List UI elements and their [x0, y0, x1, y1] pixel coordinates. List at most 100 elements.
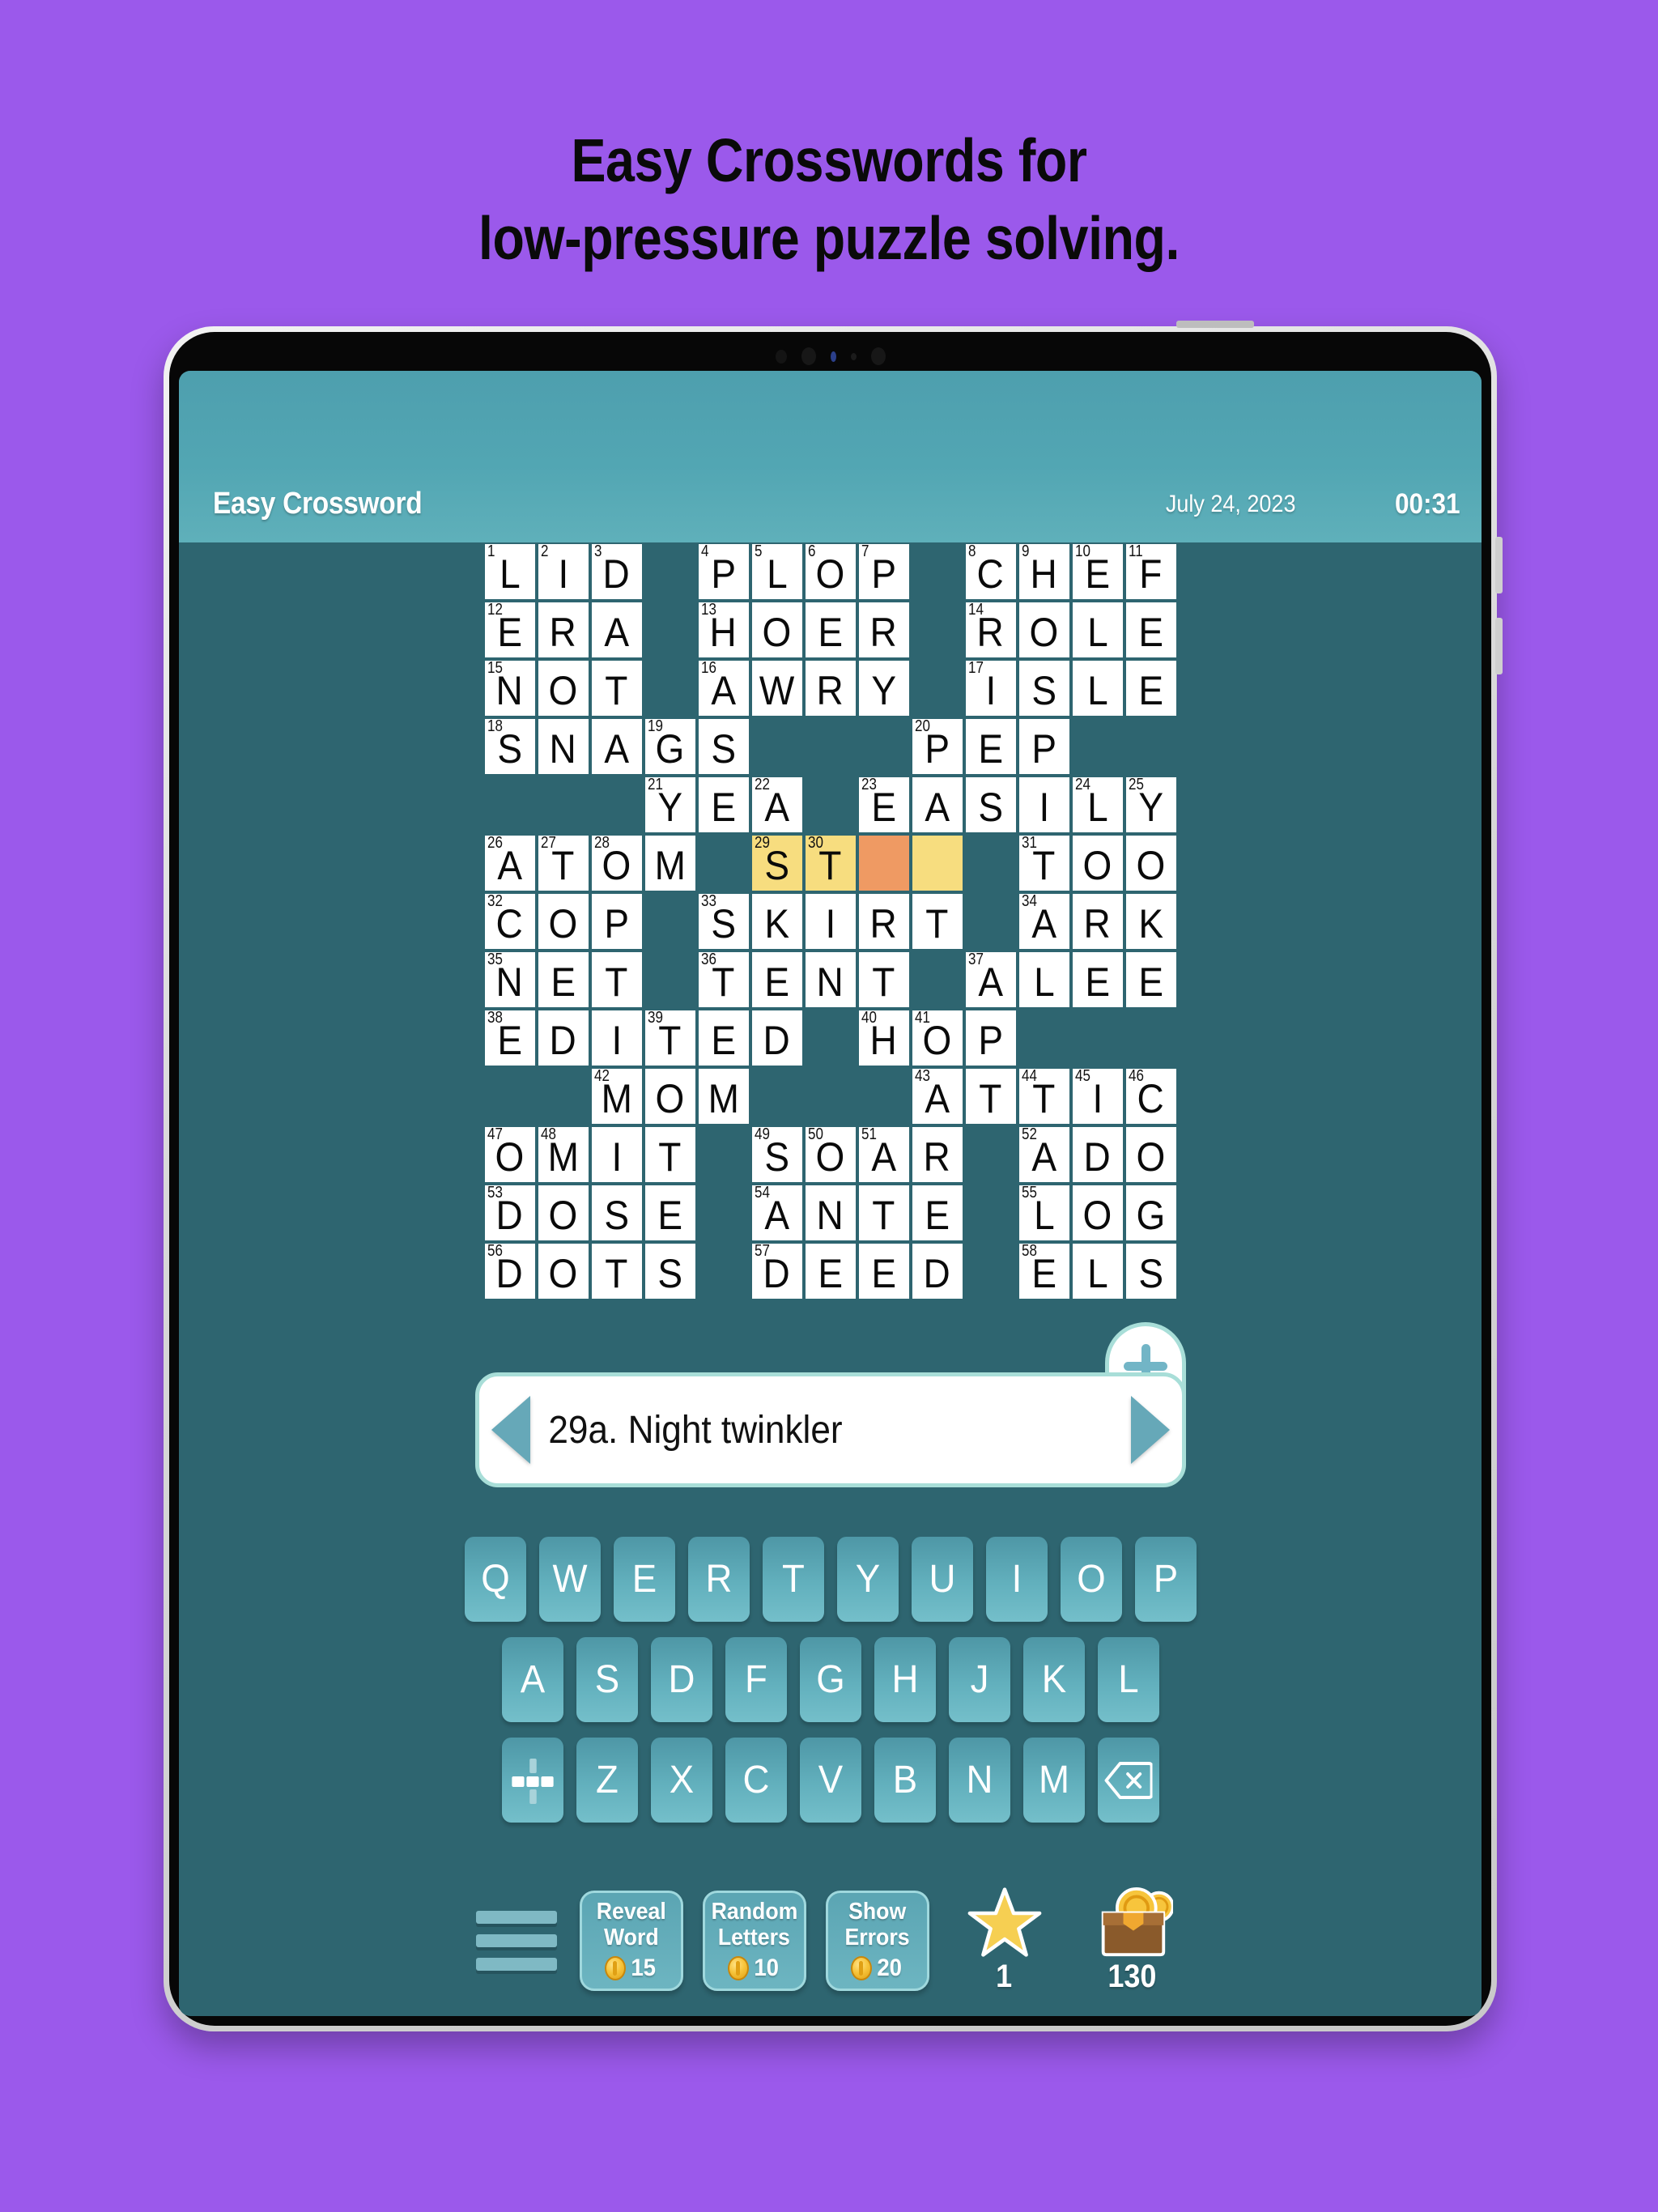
- grid-cell[interactable]: S: [963, 776, 1018, 834]
- grid-cell[interactable]: 7P: [857, 542, 911, 601]
- previous-clue-button[interactable]: [479, 1389, 542, 1470]
- grid-cell[interactable]: 17 I: [963, 659, 1018, 717]
- key-i[interactable]: I: [985, 1537, 1048, 1622]
- grid-cell[interactable]: O: [536, 892, 590, 951]
- grid-cell[interactable]: D: [1070, 1125, 1124, 1184]
- grid-cell[interactable]: A: [589, 601, 644, 659]
- grid-cell[interactable]: L: [1070, 1242, 1124, 1300]
- grid-cell[interactable]: D: [750, 1009, 804, 1067]
- grid-cell[interactable]: 39 T: [643, 1009, 697, 1067]
- grid-cell[interactable]: 9H: [1017, 542, 1071, 601]
- key-w[interactable]: W: [538, 1537, 601, 1622]
- key-p[interactable]: P: [1134, 1537, 1197, 1622]
- key-s[interactable]: S: [576, 1637, 638, 1722]
- grid-cell[interactable]: S: [643, 1242, 697, 1300]
- grid-cell[interactable]: 55 L: [1017, 1184, 1071, 1242]
- key-l[interactable]: L: [1097, 1637, 1159, 1722]
- grid-cell[interactable]: O: [1124, 1125, 1178, 1184]
- grid-cell[interactable]: 34 A: [1017, 892, 1071, 951]
- grid-cell[interactable]: O: [536, 659, 590, 717]
- grid-cell[interactable]: 30 T: [803, 834, 857, 892]
- grid-cell[interactable]: T: [910, 892, 964, 951]
- grid-cell[interactable]: [857, 834, 911, 892]
- grid-cell[interactable]: T: [589, 659, 644, 717]
- grid-cell[interactable]: D: [536, 1009, 590, 1067]
- grid-cell[interactable]: 4P: [696, 542, 750, 601]
- grid-cell[interactable]: T: [963, 1067, 1018, 1125]
- backspace-key[interactable]: [1097, 1738, 1159, 1823]
- grid-cell[interactable]: 13 H: [696, 601, 750, 659]
- grid-cell[interactable]: 48 M: [536, 1125, 590, 1184]
- grid-cell[interactable]: L: [1070, 601, 1124, 659]
- grid-cell[interactable]: D: [910, 1242, 964, 1300]
- grid-cell[interactable]: N: [536, 717, 590, 776]
- grid-cell[interactable]: 50 O: [803, 1125, 857, 1184]
- grid-cell[interactable]: 37 A: [963, 951, 1018, 1009]
- grid-cell[interactable]: E: [857, 1242, 911, 1300]
- grid-cell[interactable]: E: [696, 776, 750, 834]
- grid-cell[interactable]: 26 A: [483, 834, 537, 892]
- grid-cell[interactable]: 31 T: [1017, 834, 1071, 892]
- grid-cell[interactable]: P: [963, 1009, 1018, 1067]
- grid-cell[interactable]: I: [589, 1125, 644, 1184]
- grid-cell[interactable]: O: [750, 601, 804, 659]
- grid-cell[interactable]: 11 F: [1124, 542, 1178, 601]
- grid-cell[interactable]: I: [803, 892, 857, 951]
- grid-cell[interactable]: R: [803, 659, 857, 717]
- grid-cell[interactable]: 42 M: [589, 1067, 644, 1125]
- grid-cell[interactable]: M: [643, 834, 697, 892]
- grid-cell[interactable]: 20 P: [910, 717, 964, 776]
- power-button[interactable]: [1176, 321, 1254, 328]
- grid-cell[interactable]: 3D: [589, 542, 644, 601]
- grid-cell[interactable]: O: [1070, 1184, 1124, 1242]
- grid-cell[interactable]: E: [750, 951, 804, 1009]
- grid-cell[interactable]: 47 O: [483, 1125, 537, 1184]
- grid-cell[interactable]: T: [589, 1242, 644, 1300]
- grid-cell[interactable]: S: [589, 1184, 644, 1242]
- grid-cell[interactable]: 44 T: [1017, 1067, 1071, 1125]
- coin-counter[interactable]: 130: [1080, 1887, 1185, 1995]
- grid-cell[interactable]: O: [1124, 834, 1178, 892]
- grid-cell[interactable]: 18 S: [483, 717, 537, 776]
- key-y[interactable]: Y: [836, 1537, 899, 1622]
- grid-cell[interactable]: E: [696, 1009, 750, 1067]
- key-c[interactable]: C: [725, 1738, 787, 1823]
- grid-cell[interactable]: 8C: [963, 542, 1018, 601]
- key-j[interactable]: J: [948, 1637, 1010, 1722]
- key-x[interactable]: X: [650, 1738, 712, 1823]
- grid-cell[interactable]: O: [1070, 834, 1124, 892]
- grid-cell[interactable]: 28 O: [589, 834, 644, 892]
- grid-cell[interactable]: 1L: [483, 542, 537, 601]
- grid-cell[interactable]: P: [1017, 717, 1071, 776]
- grid-cell[interactable]: 33 S: [696, 892, 750, 951]
- key-n[interactable]: N: [948, 1738, 1010, 1823]
- grid-cell[interactable]: R: [910, 1125, 964, 1184]
- key-r[interactable]: R: [687, 1537, 750, 1622]
- grid-cell[interactable]: 6O: [803, 542, 857, 601]
- key-m[interactable]: M: [1022, 1738, 1085, 1823]
- grid-cell[interactable]: M: [696, 1067, 750, 1125]
- key-h[interactable]: H: [874, 1637, 936, 1722]
- grid-cell[interactable]: T: [589, 951, 644, 1009]
- grid-cell[interactable]: 40 H: [857, 1009, 911, 1067]
- grid-cell[interactable]: L: [1017, 951, 1071, 1009]
- grid-cell[interactable]: R: [1070, 892, 1124, 951]
- grid-cell[interactable]: 14 R: [963, 601, 1018, 659]
- grid-cell[interactable]: 57 D: [750, 1242, 804, 1300]
- grid-cell[interactable]: 32 C: [483, 892, 537, 951]
- grid-cell[interactable]: K: [1124, 892, 1178, 951]
- grid-cell[interactable]: 38 E: [483, 1009, 537, 1067]
- key-g[interactable]: G: [799, 1637, 861, 1722]
- grid-cell[interactable]: 21 Y: [643, 776, 697, 834]
- grid-cell[interactable]: 23 E: [857, 776, 911, 834]
- key-z[interactable]: Z: [576, 1738, 638, 1823]
- grid-cell[interactable]: 51 A: [857, 1125, 911, 1184]
- key-v[interactable]: V: [799, 1738, 861, 1823]
- grid-cell[interactable]: 29 S: [750, 834, 804, 892]
- grid-cell[interactable]: 22 A: [750, 776, 804, 834]
- grid-cell[interactable]: O: [536, 1184, 590, 1242]
- grid-cell[interactable]: E: [536, 951, 590, 1009]
- grid-cell[interactable]: T: [857, 1184, 911, 1242]
- grid-cell[interactable]: L: [1070, 659, 1124, 717]
- grid-cell[interactable]: 27 T: [536, 834, 590, 892]
